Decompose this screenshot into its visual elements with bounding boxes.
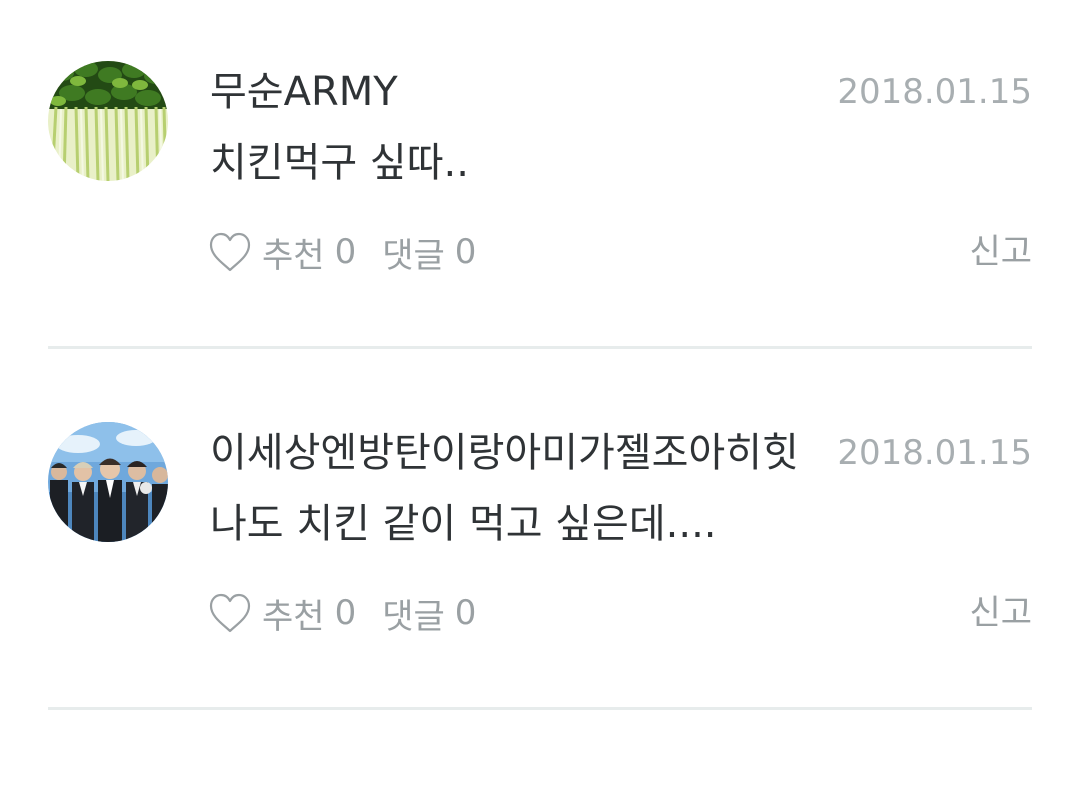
- reply-label: 댓글: [382, 596, 445, 637]
- avatar[interactable]: [48, 61, 168, 181]
- comment-item: 무순ARMY 2018.01.15 치킨먹구 싶따.. 추천 0 댓글 0 신고: [0, 20, 1080, 360]
- group-photo-avatar-image: [48, 422, 168, 542]
- comment-text: 나도 치킨 같이 먹고 싶은데....: [210, 501, 717, 547]
- comment-item: 이세상엔방탄이랑아미가젤조아히힛 2018.01.15 나도 치킨 같이 먹고 …: [0, 381, 1080, 721]
- comment-list: 무순ARMY 2018.01.15 치킨먹구 싶따.. 추천 0 댓글 0 신고: [0, 0, 1080, 810]
- recommend-label: 추천: [262, 235, 325, 276]
- report-button[interactable]: 신고: [969, 228, 1032, 276]
- recommend-label: 추천: [262, 596, 325, 637]
- heart-icon: [209, 593, 251, 633]
- divider: [48, 346, 1032, 349]
- avatar[interactable]: [48, 422, 168, 542]
- reply-count: 0: [454, 593, 477, 633]
- comment-date: 2018.01.15: [837, 433, 1032, 473]
- reply-label: 댓글: [382, 235, 445, 276]
- recommend-button[interactable]: 추천 0: [208, 228, 356, 277]
- sprouts-avatar-image: [48, 61, 168, 181]
- recommend-count: 0: [334, 232, 357, 272]
- comment-actions: 추천 0 댓글 0: [208, 589, 476, 637]
- comment-text: 치킨먹구 싶따..: [210, 140, 469, 186]
- report-button[interactable]: 신고: [969, 589, 1032, 637]
- divider: [48, 707, 1032, 710]
- reply-button[interactable]: 댓글 0: [382, 228, 476, 277]
- heart-icon: [209, 232, 251, 272]
- reply-count: 0: [454, 232, 477, 272]
- reply-button[interactable]: 댓글 0: [382, 589, 476, 638]
- recommend-count: 0: [334, 593, 357, 633]
- username[interactable]: 무순ARMY: [210, 68, 398, 116]
- comment-actions: 추천 0 댓글 0: [208, 228, 476, 276]
- recommend-button[interactable]: 추천 0: [208, 589, 356, 638]
- username[interactable]: 이세상엔방탄이랑아미가젤조아히힛: [210, 429, 799, 477]
- comment-date: 2018.01.15: [837, 72, 1032, 112]
